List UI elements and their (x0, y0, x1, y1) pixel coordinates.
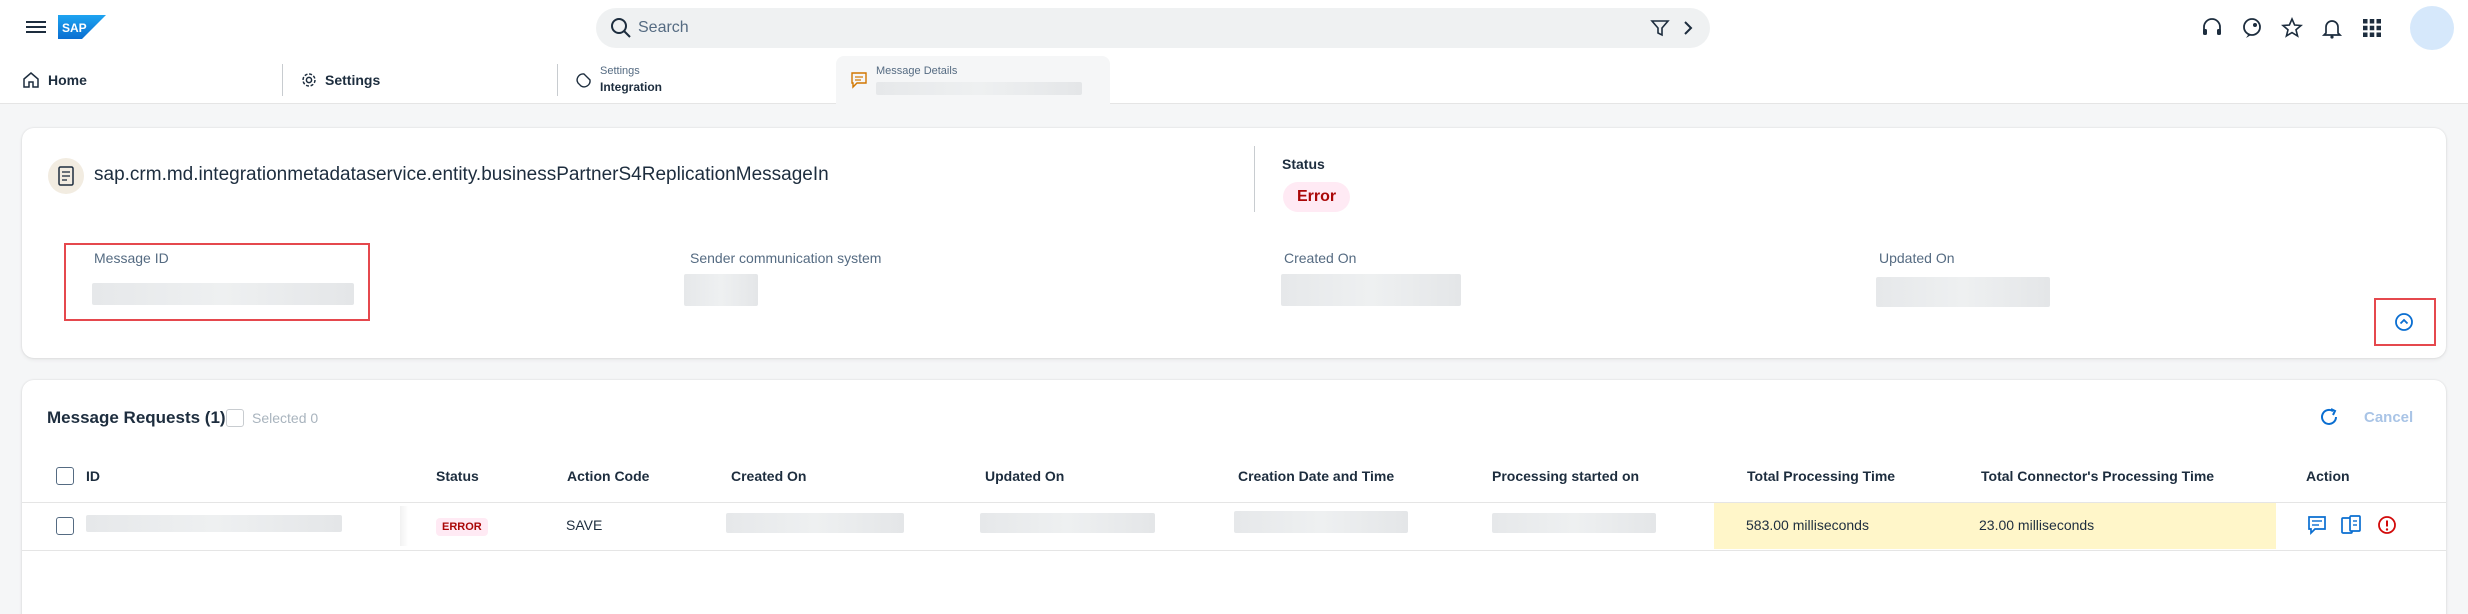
message-detail-icon[interactable] (2306, 514, 2328, 536)
sap-logo[interactable]: SAP (58, 15, 106, 39)
column-header-total-connector-time[interactable]: Total Connector's Processing Time (1981, 468, 2214, 484)
search-bar[interactable]: Search (596, 8, 1710, 48)
header-divider (1254, 146, 1255, 212)
tab-message-details-label: Message Details (876, 65, 958, 77)
bell-icon[interactable] (2320, 16, 2344, 40)
tab-message-details[interactable]: Message Details (836, 56, 1110, 104)
updated-on-value (1876, 277, 2050, 307)
payload-icon[interactable] (2340, 514, 2362, 536)
selected-count: Selected 0 (252, 410, 319, 426)
row-updated-on-value (980, 513, 1155, 533)
column-header-action-code[interactable]: Action Code (567, 468, 649, 484)
row-total-connector-time: 23.00 milliseconds (1979, 517, 2095, 533)
tab-integration[interactable]: Settings Integration (560, 56, 830, 104)
headset-icon[interactable] (2200, 16, 2224, 40)
message-id-value (92, 283, 354, 305)
created-on-label: Created On (1284, 250, 1357, 266)
sender-system-value (684, 274, 758, 306)
gear-icon (302, 73, 316, 87)
home-icon (23, 72, 39, 88)
grid-icon[interactable] (2360, 16, 2384, 40)
menu-icon[interactable] (26, 18, 46, 38)
message-icon (851, 72, 867, 89)
row-action-code: SAVE (566, 517, 603, 533)
feedback-icon[interactable] (2240, 16, 2264, 40)
row-created-on-value (726, 513, 904, 533)
filter-icon[interactable] (1650, 18, 1670, 38)
row-total-processing-time: 583.00 milliseconds (1746, 517, 1869, 533)
cancel-button[interactable]: Cancel (2364, 409, 2413, 426)
column-header-action: Action (2306, 468, 2350, 484)
refresh-icon[interactable] (2318, 406, 2340, 428)
updated-on-label: Updated On (1879, 250, 1955, 266)
tab-settings[interactable]: Settings (284, 56, 556, 104)
row-id-value (86, 515, 342, 532)
column-header-creation-date[interactable]: Creation Date and Time (1238, 468, 1394, 484)
status-badge: Error (1283, 182, 1351, 212)
shell-bar: SAP Search (0, 0, 2468, 56)
tab-home-label: Home (48, 72, 87, 88)
column-header-status[interactable]: Status (436, 468, 479, 484)
message-header-card (22, 128, 2446, 358)
tab-bar: Home Settings Settings Integration Messa… (0, 56, 2468, 104)
tab-message-details-redacted (876, 82, 1082, 95)
entity-title: sap.crm.md.integrationmetadataservice.en… (94, 164, 829, 185)
collapse-header-button[interactable] (2392, 310, 2416, 334)
row-creation-date-value (1234, 511, 1408, 533)
row-scroll-shadow (400, 506, 408, 546)
message-requests-card (22, 380, 2446, 614)
tab-divider (282, 64, 283, 96)
svg-text:SAP: SAP (62, 21, 87, 35)
integration-icon (576, 73, 591, 88)
document-icon (48, 158, 84, 194)
column-header-updated-on[interactable]: Updated On (985, 468, 1064, 484)
column-header-created-on[interactable]: Created On (731, 468, 806, 484)
chevron-right-icon[interactable] (1678, 18, 1698, 38)
row-status-badge: ERROR (436, 518, 488, 536)
tab-settings-label: Settings (325, 72, 381, 88)
select-all-disabled-checkbox (226, 409, 244, 427)
row-processing-started-value (1492, 513, 1656, 533)
select-all-checkbox[interactable] (56, 467, 74, 485)
star-icon[interactable] (2280, 16, 2304, 40)
tab-divider (557, 64, 558, 96)
created-on-value (1281, 274, 1461, 306)
status-label: Status (1282, 156, 1325, 172)
message-id-label: Message ID (94, 250, 169, 266)
column-header-total-processing-time[interactable]: Total Processing Time (1747, 468, 1895, 484)
tab-integration-label: Integration (600, 80, 662, 94)
error-icon[interactable] (2376, 514, 2398, 536)
search-input[interactable]: Search (638, 19, 689, 37)
column-header-id[interactable]: ID (86, 468, 100, 484)
sender-system-label: Sender communication system (690, 250, 882, 266)
row-checkbox[interactable] (56, 517, 74, 535)
tab-home[interactable]: Home (0, 56, 280, 104)
column-header-processing-started[interactable]: Processing started on (1492, 468, 1639, 484)
avatar[interactable] (2410, 6, 2454, 50)
message-requests-title: Message Requests (1) (47, 408, 226, 427)
search-icon (611, 18, 631, 38)
row-divider (22, 550, 2446, 551)
tab-integration-parent: Settings (600, 65, 640, 77)
